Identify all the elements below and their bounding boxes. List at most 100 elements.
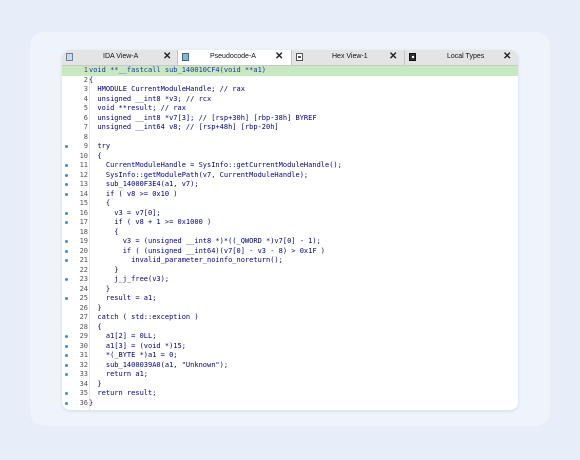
tab-ida-view[interactable]: IDA View-A ✕	[62, 50, 178, 65]
code-text: a1[2] = 0LL;	[89, 332, 157, 340]
pseudocode-icon	[182, 53, 189, 61]
breakpoint-dot-icon[interactable]	[65, 373, 68, 377]
code-line[interactable]: 6 unsigned __int8 *v7[3]; // [rsp+30h] […	[62, 114, 518, 124]
breakpoint-dot-icon[interactable]	[65, 392, 68, 396]
line-number: 32	[79, 360, 88, 369]
code-text: {	[89, 322, 102, 331]
line-number: 1	[83, 66, 88, 74]
code-line[interactable]: 21 invalid_parameter_noinfo_noreturn();	[62, 256, 518, 266]
breakpoint-dot-icon[interactable]	[65, 363, 68, 367]
code-line[interactable]: 25 result = a1;	[62, 294, 518, 304]
code-line[interactable]: 31 *(_BYTE *)a1 = 0;	[62, 351, 518, 361]
code-line[interactable]: 28 {	[62, 323, 518, 333]
tab-local-types[interactable]: Local Types ✕	[405, 50, 518, 65]
code-line[interactable]: 12 SysInfo::getModulePath(v7, CurrentMod…	[62, 171, 518, 181]
code-line[interactable]: 15 {	[62, 199, 518, 209]
pseudocode-view[interactable]: 1 void **__fastcall sub_140010CF4(void **…	[62, 66, 518, 410]
code-text: void **result; // rax	[89, 104, 186, 112]
breakpoint-dot-icon[interactable]	[65, 145, 68, 149]
code-line[interactable]: 20 if ( (unsigned __int64)(v7[0] - v3 - …	[62, 247, 518, 257]
code-line[interactable]: 36}	[62, 399, 518, 409]
tab-label: IDA View-A	[103, 53, 139, 60]
code-text: }	[89, 379, 102, 388]
code-text: unsigned __int64 v8; // [rsp+48h] [rbp-2…	[89, 123, 279, 131]
code-line[interactable]: 10 {	[62, 152, 518, 162]
line-number: 35	[79, 389, 88, 397]
close-icon[interactable]: ✕	[389, 51, 397, 63]
code-line[interactable]: 13 sub_14000F3E4(a1, v7);	[62, 180, 518, 190]
code-line[interactable]: 7 unsigned __int64 v8; // [rsp+48h] [rbp…	[62, 123, 518, 133]
code-text: j_j_free(v3);	[89, 275, 170, 283]
code-text: catch ( std::exception )	[89, 313, 199, 321]
code-text: {	[89, 151, 102, 160]
code-line[interactable]: 17 if ( v8 + 1 >= 0x1000 )	[62, 218, 518, 228]
line-number: 8	[83, 132, 88, 141]
code-line[interactable]: 4 unsigned __int8 *v3; // rcx	[62, 95, 518, 105]
line-number: 13	[79, 180, 88, 188]
line-number: 24	[79, 284, 88, 293]
close-icon[interactable]: ✕	[503, 51, 511, 63]
tab-label: Hex View-1	[332, 53, 368, 60]
code-line[interactable]: 3 HMODULE CurrentModuleHandle; // rax	[62, 85, 518, 95]
code-line[interactable]: 8	[62, 133, 518, 143]
line-number: 9	[83, 142, 88, 150]
code-line[interactable]: 35 return result;	[62, 389, 518, 399]
tab-hex-view[interactable]: Hex View-1 ✕	[292, 50, 405, 65]
tab-bar: IDA View-A ✕ Pseudocode-A ✕ Hex View-1 ✕…	[62, 50, 518, 66]
breakpoint-dot-icon[interactable]	[65, 278, 68, 282]
line-number: 30	[79, 341, 88, 350]
breakpoint-dot-icon[interactable]	[65, 249, 68, 253]
breakpoint-dot-icon[interactable]	[65, 401, 68, 405]
code-line[interactable]: 24 }	[62, 285, 518, 295]
breakpoint-dot-icon[interactable]	[65, 221, 68, 225]
code-line[interactable]: 29 a1[2] = 0LL;	[62, 332, 518, 342]
code-line[interactable]: 16 v3 = v7[0];	[62, 209, 518, 219]
line-number: 33	[79, 370, 88, 378]
code-line[interactable]: 26 }	[62, 304, 518, 314]
breakpoint-dot-icon[interactable]	[65, 344, 68, 348]
breakpoint-dot-icon[interactable]	[65, 354, 68, 358]
line-number: 20	[79, 246, 88, 255]
code-line[interactable]: 11 CurrentModuleHandle = SysInfo::getCur…	[62, 161, 518, 171]
ida-view-icon	[66, 53, 73, 61]
code-text: return result;	[89, 389, 157, 397]
code-line[interactable]: 33 return a1;	[62, 370, 518, 380]
code-text: }	[89, 398, 94, 407]
breakpoint-dot-icon[interactable]	[65, 183, 68, 187]
breakpoint-dot-icon[interactable]	[65, 192, 68, 196]
tab-label: Pseudocode-A	[210, 53, 256, 60]
breakpoint-dot-icon[interactable]	[65, 259, 68, 263]
code-line[interactable]: 27 catch ( std::exception )	[62, 313, 518, 323]
code-line[interactable]: 30 a1[3] = (void *)15;	[62, 342, 518, 352]
close-icon[interactable]: ✕	[275, 51, 283, 63]
code-text: CurrentModuleHandle = SysInfo::getCurren…	[89, 161, 342, 169]
code-line[interactable]: 2{	[62, 76, 518, 86]
code-line[interactable]: 22 }	[62, 266, 518, 276]
code-line[interactable]: 23 j_j_free(v3);	[62, 275, 518, 285]
code-line[interactable]: 34 }	[62, 380, 518, 390]
line-number: 36	[79, 398, 88, 407]
code-line[interactable]: 1 void **__fastcall sub_140010CF4(void **…	[62, 66, 518, 76]
code-line[interactable]: 19 v3 = (unsigned __int8 *)*((_QWORD *)v…	[62, 237, 518, 247]
code-text: invalid_parameter_noinfo_noreturn();	[89, 256, 283, 264]
line-number: 18	[79, 227, 88, 236]
breakpoint-dot-icon[interactable]	[65, 164, 68, 168]
code-line[interactable]: 32 sub_1400039A0(a1, "Unknown");	[62, 361, 518, 371]
code-text: if ( v8 >= 0x10 )	[89, 189, 178, 198]
breakpoint-dot-icon[interactable]	[65, 335, 68, 339]
close-icon[interactable]: ✕	[163, 51, 171, 63]
ida-window: IDA View-A ✕ Pseudocode-A ✕ Hex View-1 ✕…	[62, 50, 518, 410]
line-number: 19	[79, 237, 88, 245]
breakpoint-dot-icon[interactable]	[65, 211, 68, 215]
code-line[interactable]: 18 {	[62, 228, 518, 238]
code-line[interactable]: 9 try	[62, 142, 518, 152]
code-text: }	[89, 303, 102, 312]
line-number: 14	[79, 189, 88, 198]
code-line[interactable]: 14 if ( v8 >= 0x10 )	[62, 190, 518, 200]
tab-pseudocode[interactable]: Pseudocode-A ✕	[178, 50, 292, 65]
code-line[interactable]: 5 void **result; // rax	[62, 104, 518, 114]
breakpoint-dot-icon[interactable]	[65, 240, 68, 244]
breakpoint-dot-icon[interactable]	[65, 297, 68, 301]
tab-label: Local Types	[447, 53, 485, 60]
breakpoint-dot-icon[interactable]	[65, 173, 68, 177]
